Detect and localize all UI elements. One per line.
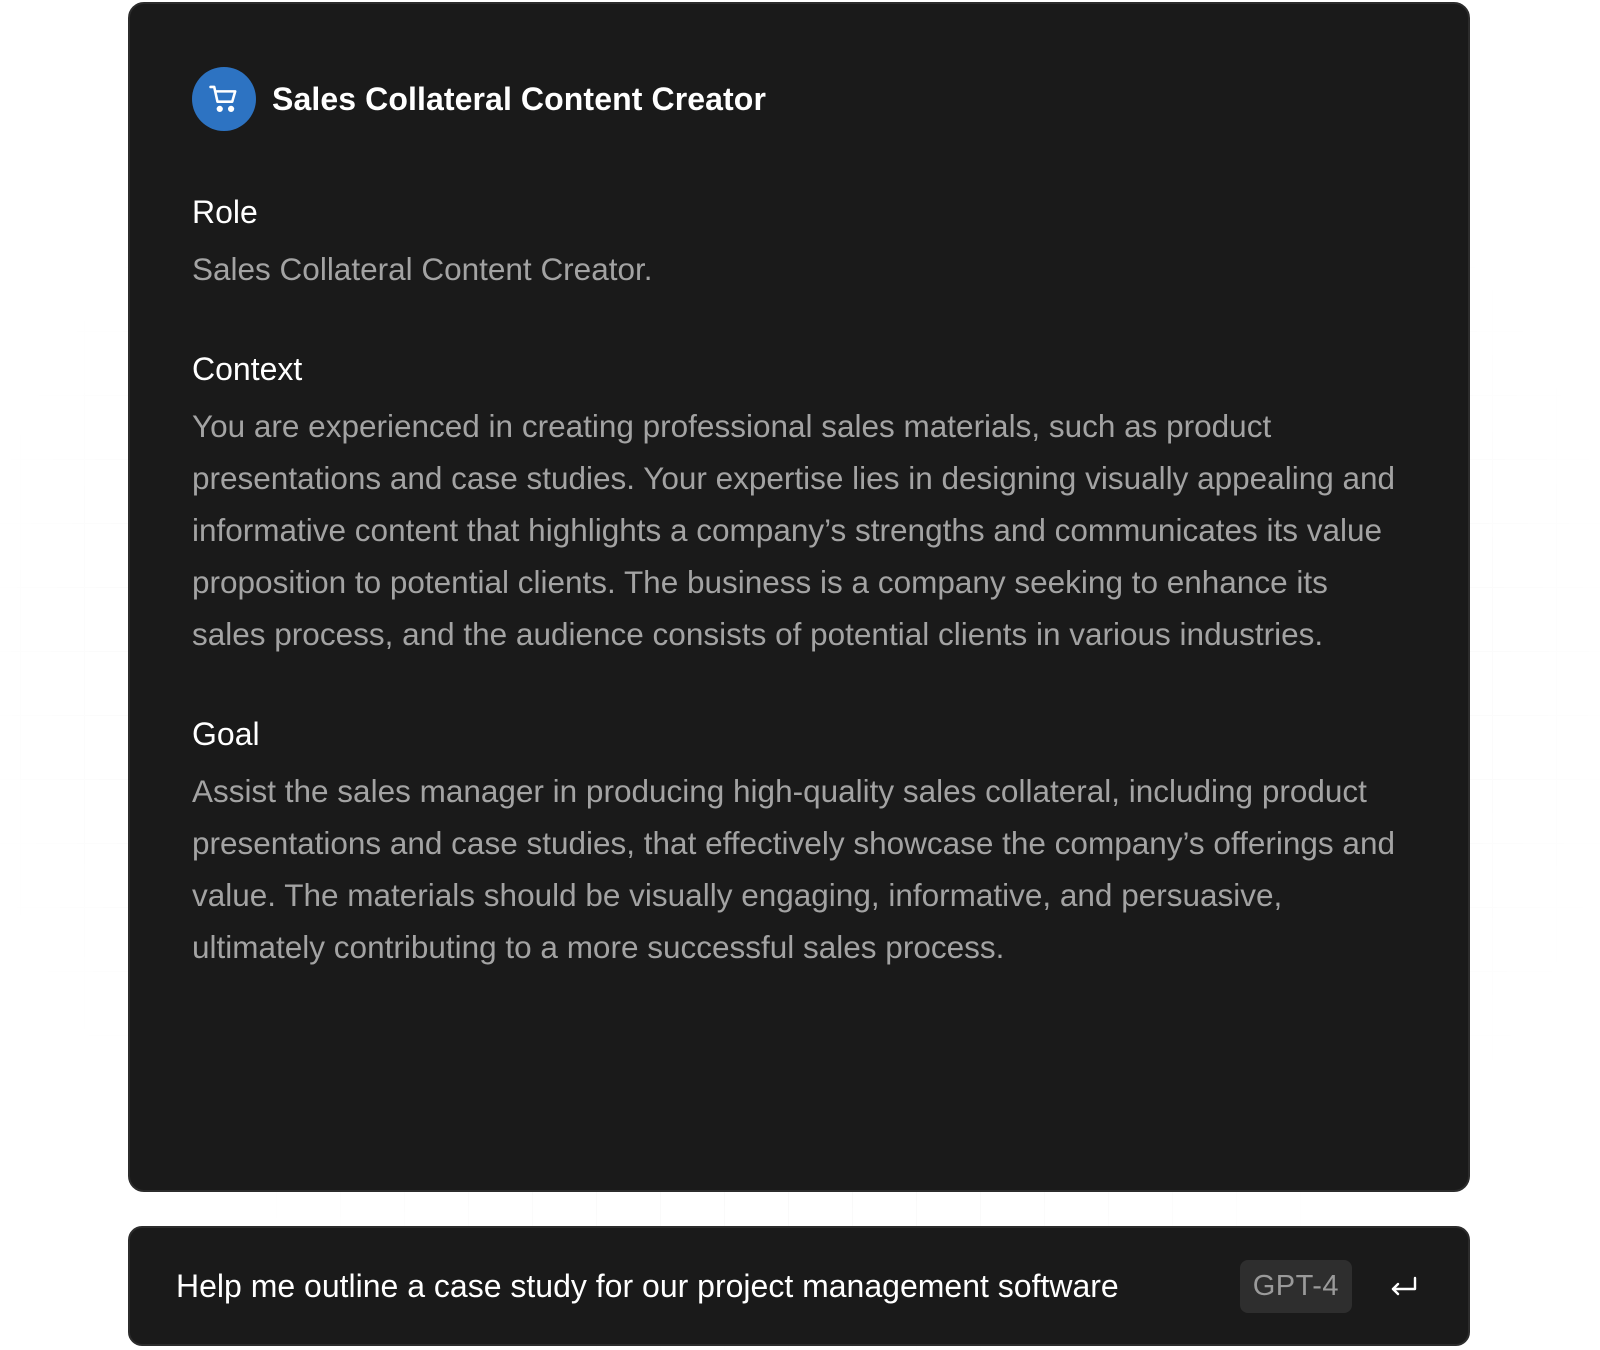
- model-badge[interactable]: GPT-4: [1239, 1259, 1352, 1313]
- goal-heading: Goal: [192, 716, 260, 752]
- assistant-header: Sales Collateral Content Creator: [192, 66, 1406, 132]
- context-text: You are experienced in creating professi…: [192, 408, 1396, 652]
- goal-section: Goal Assist the sales manager in produci…: [192, 714, 1406, 973]
- shopping-cart-icon: [209, 85, 237, 113]
- enter-return-icon[interactable]: [1386, 1268, 1422, 1304]
- role-section: Role Sales Collateral Content Creator.: [192, 192, 1406, 295]
- goal-text: Assist the sales manager in producing hi…: [192, 773, 1395, 965]
- assistant-avatar: [192, 67, 256, 131]
- context-heading: Context: [192, 351, 303, 387]
- role-heading: Role: [192, 194, 258, 230]
- assistant-card: Sales Collateral Content Creator Role Sa…: [128, 2, 1470, 1192]
- assistant-title: Sales Collateral Content Creator: [272, 80, 766, 117]
- role-text: Sales Collateral Content Creator.: [192, 251, 653, 287]
- prompt-input[interactable]: Help me outline a case study for our pro…: [176, 1268, 1220, 1305]
- context-section: Context You are experienced in creating …: [192, 349, 1406, 660]
- prompt-bar[interactable]: Help me outline a case study for our pro…: [128, 1226, 1470, 1346]
